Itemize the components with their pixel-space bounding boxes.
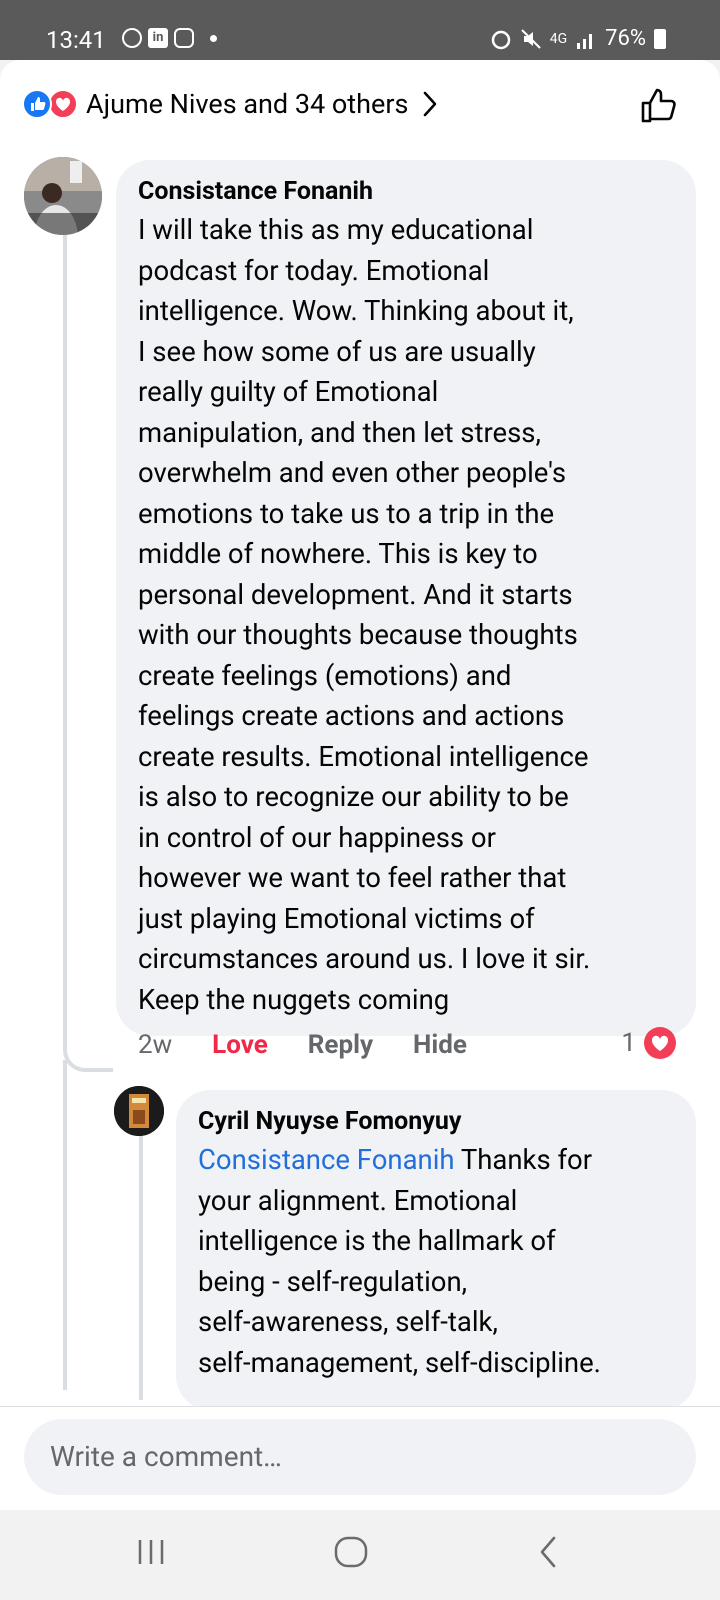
comment-text: I will take this as my educational podca…	[138, 213, 591, 1016]
avatar[interactable]	[24, 157, 102, 235]
recent-apps-icon[interactable]	[136, 1534, 168, 1570]
back-icon[interactable]	[536, 1534, 560, 1570]
network-type: 4G	[549, 30, 568, 47]
comment-actions: 2w Love Reply Hide	[138, 1030, 467, 1060]
chat-notification-icon	[122, 28, 142, 48]
reply-thread-line	[139, 1120, 143, 1400]
love-icon	[644, 1027, 676, 1059]
thread-line-continued	[63, 1060, 67, 1390]
system-icons: 4G 76%	[490, 26, 666, 51]
comment-author[interactable]: Consistance Fonanih	[138, 174, 674, 210]
like-reaction-icon	[22, 89, 52, 119]
comment-time: 2w	[138, 1030, 173, 1060]
hide-button[interactable]: Hide	[413, 1030, 467, 1060]
reactions-summary[interactable]: Ajume Nives and 34 others	[22, 88, 438, 120]
reply-bubble: Cyril Nyuyse Fomonyuy Consistance Fonani…	[176, 1090, 696, 1410]
comment-composer-bar: Write a comment…	[0, 1406, 720, 1511]
comment-reaction-count[interactable]: 1	[621, 1027, 676, 1059]
status-time: 13:41	[46, 26, 106, 54]
comment-bubble: Consistance Fonanih I will take this as …	[116, 160, 696, 1036]
instagram-notification-icon	[174, 28, 194, 48]
battery-percent: 76%	[605, 26, 646, 51]
status-bar: 13:41 in 4G 76%	[0, 0, 720, 60]
reply-author[interactable]: Cyril Nyuyse Fomonyuy	[198, 1104, 674, 1140]
reply-mention-link[interactable]: Consistance Fonanih	[198, 1143, 455, 1176]
reply-text-container: Consistance Fonanih Thanks for your alig…	[198, 1140, 674, 1383]
chevron-right-icon	[424, 91, 437, 117]
love-button[interactable]: Love	[212, 1030, 268, 1060]
system-nav-bar	[0, 1510, 720, 1600]
comment-input[interactable]: Write a comment…	[24, 1419, 696, 1495]
alarm-icon	[491, 30, 510, 49]
reply-connector	[63, 1040, 113, 1072]
reply-text: Thanks for your alignment. Emotional int…	[198, 1143, 601, 1379]
reaction-count-number: 1	[621, 1028, 636, 1058]
mute-icon	[521, 28, 541, 49]
linkedin-notification-icon: in	[148, 28, 168, 48]
home-icon[interactable]	[332, 1534, 370, 1570]
reply-button[interactable]: Reply	[308, 1030, 373, 1060]
notification-icons: in	[122, 28, 217, 48]
thread-line	[63, 180, 67, 1052]
like-button-icon[interactable]	[638, 84, 680, 126]
battery-icon	[654, 28, 666, 49]
signal-icon	[577, 33, 593, 49]
reactions-label: Ajume Nives and 34 others	[86, 88, 409, 120]
more-notifications-dot	[210, 34, 217, 42]
love-reaction-icon	[48, 89, 78, 119]
reply-avatar[interactable]	[114, 1086, 164, 1136]
